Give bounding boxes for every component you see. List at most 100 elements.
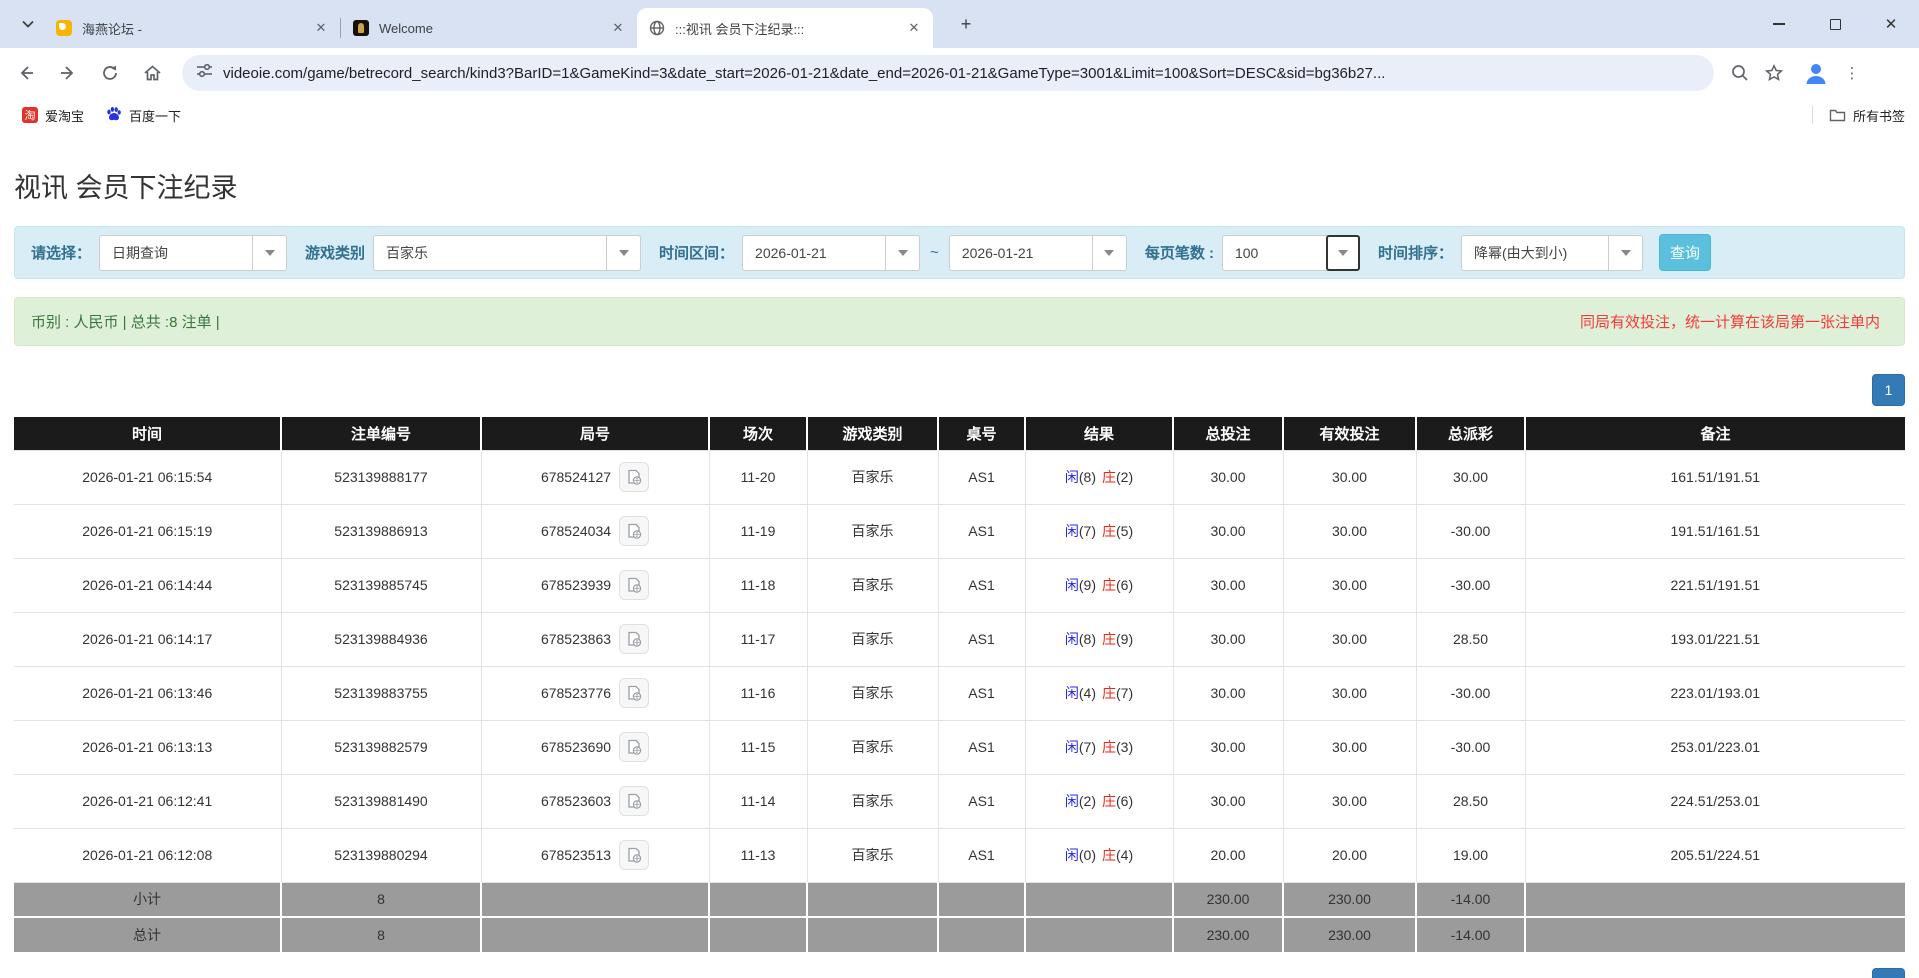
cell-round-id: 678523776 bbox=[481, 666, 709, 720]
table-row: 2026-01-21 06:15:54 523139888177 6785241… bbox=[14, 450, 1905, 504]
close-tab-icon[interactable]: ✕ bbox=[609, 19, 627, 37]
cell-game-type: 百家乐 bbox=[807, 828, 938, 882]
page-1-button[interactable]: 1 bbox=[1872, 374, 1905, 406]
zoom-magnifier-icon[interactable] bbox=[1724, 57, 1756, 89]
col-payout: 总派彩 bbox=[1416, 417, 1525, 450]
game-type-label: 游戏类别 bbox=[305, 242, 365, 263]
video-record-icon[interactable] bbox=[619, 516, 649, 546]
tab-welcome[interactable]: Welcome ✕ bbox=[341, 8, 637, 48]
cell-result: 闲(8)庄(9) bbox=[1025, 612, 1173, 666]
select-type-label: 请选择： bbox=[31, 242, 91, 263]
close-window-button[interactable]: ✕ bbox=[1863, 0, 1919, 48]
cell-game-type: 百家乐 bbox=[807, 720, 938, 774]
forward-icon[interactable] bbox=[52, 57, 84, 89]
chevron-down-icon[interactable] bbox=[1608, 236, 1642, 270]
chevron-down-icon[interactable] bbox=[606, 236, 640, 270]
menu-kebab-icon[interactable]: ⋮ bbox=[1840, 61, 1864, 85]
video-record-icon[interactable] bbox=[619, 462, 649, 492]
chevron-down-icon[interactable] bbox=[1092, 236, 1126, 270]
cell-result: 闲(8)庄(2) bbox=[1025, 450, 1173, 504]
cell-total-bet-link[interactable]: 30.00 bbox=[1173, 612, 1283, 666]
total-label: 总计 bbox=[14, 917, 281, 952]
cell-total-bet-link[interactable]: 20.00 bbox=[1173, 828, 1283, 882]
close-tab-icon[interactable]: ✕ bbox=[312, 19, 330, 37]
col-game-type: 游戏类别 bbox=[807, 417, 938, 450]
page-1-button-bottom[interactable]: 1 bbox=[1872, 968, 1905, 978]
cell-table-no: AS1 bbox=[938, 450, 1025, 504]
col-total-bet: 总投注 bbox=[1173, 417, 1283, 450]
cell-total-bet-link[interactable]: 30.00 bbox=[1173, 504, 1283, 558]
cell-time: 2026-01-21 06:13:13 bbox=[14, 720, 281, 774]
cell-payout: 28.50 bbox=[1416, 612, 1525, 666]
address-bar[interactable]: videoie.com/game/betrecord_search/kind3?… bbox=[182, 55, 1714, 91]
url-text[interactable]: videoie.com/game/betrecord_search/kind3?… bbox=[223, 65, 1700, 82]
new-tab-button[interactable]: + bbox=[952, 10, 980, 38]
cell-total-bet-link[interactable]: 30.00 bbox=[1173, 720, 1283, 774]
bookmark-aitaobao[interactable]: 淘 爱淘宝 bbox=[22, 106, 84, 125]
home-icon[interactable] bbox=[136, 57, 168, 89]
bookmark-baidu[interactable]: 百度一下 bbox=[106, 106, 181, 125]
divider bbox=[1812, 106, 1813, 124]
sort-value: 降幂(由大到小) bbox=[1462, 236, 1608, 270]
video-record-icon[interactable] bbox=[619, 678, 649, 708]
video-record-icon[interactable] bbox=[619, 570, 649, 600]
col-round-id: 局号 bbox=[481, 417, 709, 450]
sort-combobox[interactable]: 降幂(由大到小) bbox=[1461, 235, 1643, 271]
game-type-combobox[interactable]: 百家乐 bbox=[373, 235, 641, 271]
close-tab-icon[interactable]: ✕ bbox=[905, 19, 923, 37]
date-end-combobox[interactable]: 2026-01-21 bbox=[949, 235, 1127, 271]
all-bookmarks[interactable]: 所有书签 bbox=[1812, 106, 1905, 125]
query-type-combobox[interactable]: 日期查询 bbox=[99, 235, 287, 271]
cell-round-id: 678523939 bbox=[481, 558, 709, 612]
maximize-button[interactable] bbox=[1807, 0, 1863, 48]
cell-note: 223.01/193.01 bbox=[1525, 666, 1905, 720]
minimize-button[interactable] bbox=[1751, 0, 1807, 48]
reload-icon[interactable] bbox=[94, 57, 126, 89]
all-bookmarks-label: 所有书签 bbox=[1853, 106, 1905, 125]
cell-result: 闲(7)庄(5) bbox=[1025, 504, 1173, 558]
page-title: 视讯 会员下注纪录 bbox=[14, 166, 1905, 205]
cell-total-bet-link[interactable]: 30.00 bbox=[1173, 774, 1283, 828]
table-row: 2026-01-21 06:12:08 523139880294 6785235… bbox=[14, 828, 1905, 882]
cell-session: 11-15 bbox=[709, 720, 807, 774]
chevron-down-icon[interactable] bbox=[252, 236, 286, 270]
cell-valid-bet: 30.00 bbox=[1283, 720, 1416, 774]
video-record-icon[interactable] bbox=[619, 786, 649, 816]
dark-emblem-favicon-icon bbox=[353, 20, 369, 36]
back-icon[interactable] bbox=[10, 57, 42, 89]
total-total-bet: 230.00 bbox=[1173, 917, 1283, 952]
sort-label: 时间排序： bbox=[1378, 242, 1453, 263]
cell-round-id: 678524034 bbox=[481, 504, 709, 558]
bookmark-star-icon[interactable] bbox=[1758, 57, 1790, 89]
tab-bet-records-active[interactable]: :::视讯 会员下注纪录::: ✕ bbox=[637, 8, 933, 48]
navigation-bar: videoie.com/game/betrecord_search/kind3?… bbox=[0, 48, 1919, 98]
folder-icon bbox=[1829, 108, 1846, 123]
site-settings-tune-icon[interactable] bbox=[196, 62, 213, 84]
tab-haiyan-forum[interactable]: 海燕论坛 - ✕ bbox=[44, 8, 340, 48]
profile-avatar[interactable] bbox=[1802, 59, 1830, 87]
video-record-icon[interactable] bbox=[619, 624, 649, 654]
cell-total-bet-link[interactable]: 30.00 bbox=[1173, 666, 1283, 720]
per-page-combobox[interactable]: 100 bbox=[1222, 235, 1360, 271]
chevron-down-icon[interactable] bbox=[1326, 235, 1360, 271]
tab-search-chevron-icon[interactable] bbox=[14, 10, 42, 38]
video-record-icon[interactable] bbox=[619, 732, 649, 762]
bookmark-label: 百度一下 bbox=[129, 106, 181, 125]
video-record-icon[interactable] bbox=[619, 840, 649, 870]
cell-round-id: 678523513 bbox=[481, 828, 709, 882]
date-range-label: 时间区间： bbox=[659, 242, 734, 263]
cell-total-bet-link[interactable]: 30.00 bbox=[1173, 558, 1283, 612]
cell-time: 2026-01-21 06:15:19 bbox=[14, 504, 281, 558]
search-button[interactable]: 查询 bbox=[1659, 234, 1711, 271]
table-row: 2026-01-21 06:14:17 523139884936 6785238… bbox=[14, 612, 1905, 666]
subtotal-total-bet: 230.00 bbox=[1173, 882, 1283, 917]
cell-table-no: AS1 bbox=[938, 828, 1025, 882]
chevron-down-icon[interactable] bbox=[885, 236, 919, 270]
cell-payout: -30.00 bbox=[1416, 720, 1525, 774]
cell-total-bet-link[interactable]: 30.00 bbox=[1173, 450, 1283, 504]
range-tilde: ~ bbox=[930, 244, 939, 261]
cell-game-type: 百家乐 bbox=[807, 666, 938, 720]
cell-valid-bet: 30.00 bbox=[1283, 504, 1416, 558]
date-start-combobox[interactable]: 2026-01-21 bbox=[742, 235, 920, 271]
game-type-value: 百家乐 bbox=[374, 236, 606, 270]
